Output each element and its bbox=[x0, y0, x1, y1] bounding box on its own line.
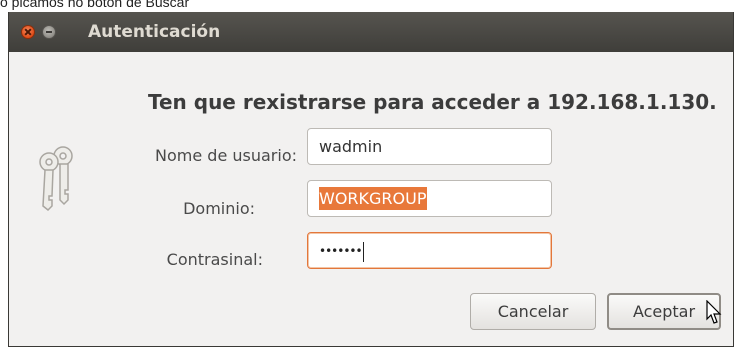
username-label: Nome de usuario: bbox=[155, 146, 297, 165]
username-field[interactable]: wadmin bbox=[307, 128, 552, 165]
password-label: Contrasinal: bbox=[166, 250, 263, 269]
password-field[interactable]: ••••••• bbox=[307, 232, 552, 269]
text-caret bbox=[362, 241, 364, 262]
domain-field[interactable]: WORKGROUP bbox=[307, 180, 552, 217]
domain-value: WORKGROUP bbox=[319, 187, 427, 210]
domain-label: Dominio: bbox=[183, 199, 255, 218]
password-value: ••••••• bbox=[319, 244, 363, 258]
window-titlebar[interactable]: Autenticación bbox=[9, 12, 733, 52]
window-title: Autenticación bbox=[88, 22, 221, 42]
mouse-pointer-icon bbox=[706, 300, 722, 324]
keys-icon bbox=[39, 146, 73, 212]
dialog-heading: Ten que rexistrarse para acceder a 192.1… bbox=[148, 90, 717, 114]
page-caption: o picamos no botón de Buscar bbox=[0, 0, 190, 10]
dialog-content: Ten que rexistrarse para acceder a 192.1… bbox=[9, 52, 733, 346]
authentication-dialog: Autenticación Ten que rexistrarse para a… bbox=[8, 12, 734, 347]
close-icon[interactable] bbox=[21, 25, 35, 39]
minimize-icon[interactable] bbox=[42, 25, 56, 39]
accept-button[interactable]: Aceptar bbox=[607, 293, 721, 330]
username-value: wadmin bbox=[319, 137, 383, 156]
cancel-button[interactable]: Cancelar bbox=[470, 293, 596, 330]
